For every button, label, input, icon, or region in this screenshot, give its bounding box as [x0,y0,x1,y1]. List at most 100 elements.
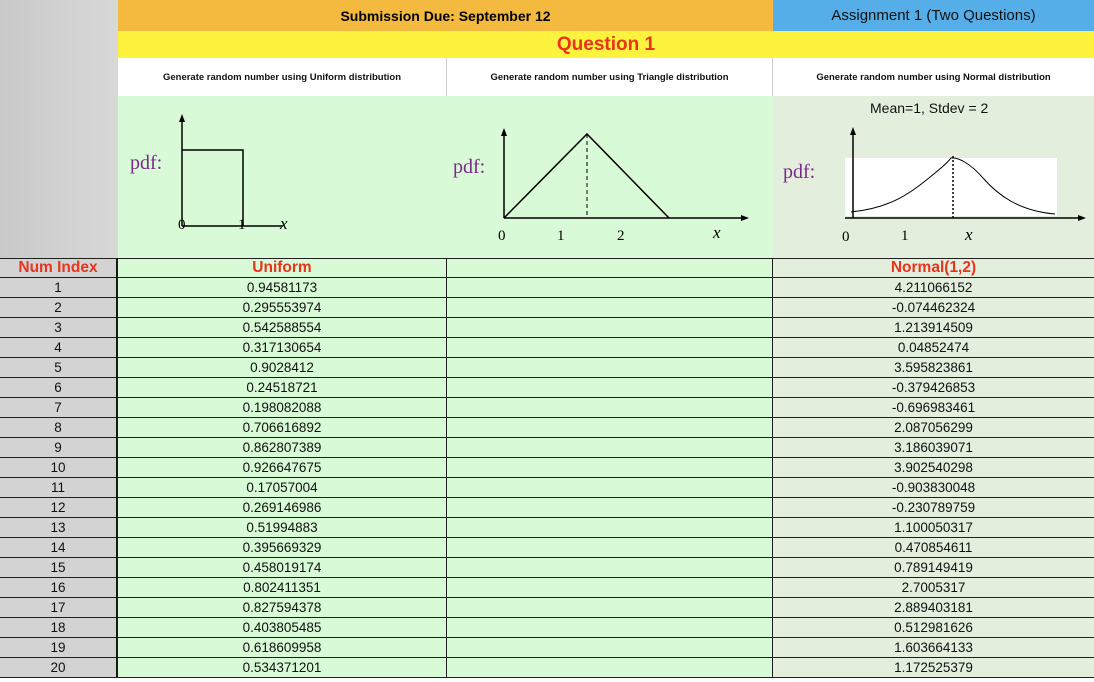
header-normal[interactable]: Normal(1,2) [773,258,1094,278]
triangle-value-cell[interactable] [447,298,773,318]
table-row: 1 0.94581173 4.211066152 [0,278,1094,298]
triangle-value-cell[interactable] [447,358,773,378]
normal-value-cell[interactable]: -0.379426853 [773,378,1094,398]
uniform-value-cell[interactable]: 0.802411351 [118,578,447,598]
normal-value-cell[interactable]: 1.603664133 [773,638,1094,658]
triangle-value-cell[interactable] [447,658,773,678]
uniform-value-cell[interactable]: 0.862807389 [118,438,447,458]
normal-value-cell[interactable]: 2.7005317 [773,578,1094,598]
uniform-value-cell[interactable]: 0.295553974 [118,298,447,318]
assignment-title-cell[interactable]: Assignment 1 (Two Questions) [773,0,1094,31]
row-index-cell[interactable]: 17 [0,598,118,618]
uniform-value-cell[interactable]: 0.395669329 [118,538,447,558]
normal-value-cell[interactable]: 2.889403181 [773,598,1094,618]
uniform-tick-1: 1 [238,217,246,233]
normal-value-cell[interactable]: 1.100050317 [773,518,1094,538]
row-index-cell[interactable]: 5 [0,358,118,378]
normal-value-cell[interactable]: 3.595823861 [773,358,1094,378]
uniform-value-cell[interactable]: 0.926647675 [118,458,447,478]
question-title-cell[interactable]: Question 1 [118,31,1094,58]
triangle-value-cell[interactable] [447,558,773,578]
triangle-value-cell[interactable] [447,338,773,358]
uniform-value-cell[interactable]: 0.534371201 [118,658,447,678]
normal-value-cell[interactable]: 0.512981626 [773,618,1094,638]
triangle-value-cell[interactable] [447,318,773,338]
header-triangle[interactable] [447,258,773,278]
row-index-cell[interactable]: 18 [0,618,118,638]
uniform-pdf-line [182,149,244,226]
normal-value-cell[interactable]: -0.230789759 [773,498,1094,518]
normal-value-cell[interactable]: 4.211066152 [773,278,1094,298]
row-index-cell[interactable]: 14 [0,538,118,558]
row-index-cell[interactable]: 2 [0,298,118,318]
triangle-value-cell[interactable] [447,458,773,478]
submission-due-cell[interactable]: Submission Due: September 12 [118,0,773,31]
uniform-value-cell[interactable]: 0.827594378 [118,598,447,618]
uniform-value-cell[interactable]: 0.317130654 [118,338,447,358]
row-index-cell[interactable]: 11 [0,478,118,498]
triangle-value-cell[interactable] [447,478,773,498]
uniform-pdf-label: pdf: [130,152,162,174]
row-index-cell[interactable]: 3 [0,318,118,338]
uniform-value-cell[interactable]: 0.618609958 [118,638,447,658]
normal-value-cell[interactable]: -0.696983461 [773,398,1094,418]
triangle-value-cell[interactable] [447,578,773,598]
triangle-value-cell[interactable] [447,278,773,298]
row-index-cell[interactable]: 15 [0,558,118,578]
triangle-value-cell[interactable] [447,598,773,618]
row-index-cell[interactable]: 4 [0,338,118,358]
normal-value-cell[interactable]: 0.04852474 [773,338,1094,358]
normal-value-cell[interactable]: 2.087056299 [773,418,1094,438]
uniform-value-cell[interactable]: 0.51994883 [118,518,447,538]
row-index-cell[interactable]: 9 [0,438,118,458]
table-row: 9 0.862807389 3.186039071 [0,438,1094,458]
uniform-value-cell[interactable]: 0.403805485 [118,618,447,638]
triangle-value-cell[interactable] [447,618,773,638]
table-row: 6 0.24518721 -0.379426853 [0,378,1094,398]
normal-value-cell[interactable]: 3.902540298 [773,458,1094,478]
row-index-cell[interactable]: 6 [0,378,118,398]
triangle-value-cell[interactable] [447,498,773,518]
normal-value-cell[interactable]: 0.470854611 [773,538,1094,558]
uniform-value-cell[interactable]: 0.17057004 [118,478,447,498]
normal-value-cell[interactable]: 1.213914509 [773,318,1094,338]
row-index-cell[interactable]: 7 [0,398,118,418]
triangle-description-cell[interactable]: Generate random number using Triangle di… [447,58,773,96]
uniform-value-cell[interactable]: 0.706616892 [118,418,447,438]
table-row: 7 0.198082088 -0.696983461 [0,398,1094,418]
normal-value-cell[interactable]: 1.172525379 [773,658,1094,678]
normal-value-cell[interactable]: 3.186039071 [773,438,1094,458]
uniform-value-cell[interactable]: 0.542588554 [118,318,447,338]
triangle-value-cell[interactable] [447,398,773,418]
uniform-value-cell[interactable]: 0.24518721 [118,378,447,398]
triangle-value-cell[interactable] [447,518,773,538]
header-uniform[interactable]: Uniform [118,258,447,278]
row-index-cell[interactable]: 16 [0,578,118,598]
table-row: 10 0.926647675 3.902540298 [0,458,1094,478]
uniform-value-cell[interactable]: 0.269146986 [118,498,447,518]
triangle-value-cell[interactable] [447,438,773,458]
row-index-cell[interactable]: 13 [0,518,118,538]
triangle-tick-2: 2 [617,228,625,244]
uniform-value-cell[interactable]: 0.458019174 [118,558,447,578]
uniform-value-cell[interactable]: 0.9028412 [118,358,447,378]
normal-value-cell[interactable]: -0.074462324 [773,298,1094,318]
triangle-value-cell[interactable] [447,638,773,658]
row-index-cell[interactable]: 19 [0,638,118,658]
row-index-cell[interactable]: 10 [0,458,118,478]
row-index-cell[interactable]: 12 [0,498,118,518]
triangle-value-cell[interactable] [447,538,773,558]
header-num-index[interactable]: Num Index [0,258,118,278]
triangle-value-cell[interactable] [447,418,773,438]
normal-value-cell[interactable]: 0.789149419 [773,558,1094,578]
uniform-value-cell[interactable]: 0.198082088 [118,398,447,418]
triangle-y-arrow [501,128,507,136]
row-index-cell[interactable]: 8 [0,418,118,438]
uniform-description-cell[interactable]: Generate random number using Uniform dis… [118,58,447,96]
triangle-value-cell[interactable] [447,378,773,398]
normal-description-cell[interactable]: Generate random number using Normal dist… [773,58,1094,96]
row-index-cell[interactable]: 20 [0,658,118,678]
normal-value-cell[interactable]: -0.903830048 [773,478,1094,498]
row-index-cell[interactable]: 1 [0,278,118,298]
uniform-value-cell[interactable]: 0.94581173 [118,278,447,298]
